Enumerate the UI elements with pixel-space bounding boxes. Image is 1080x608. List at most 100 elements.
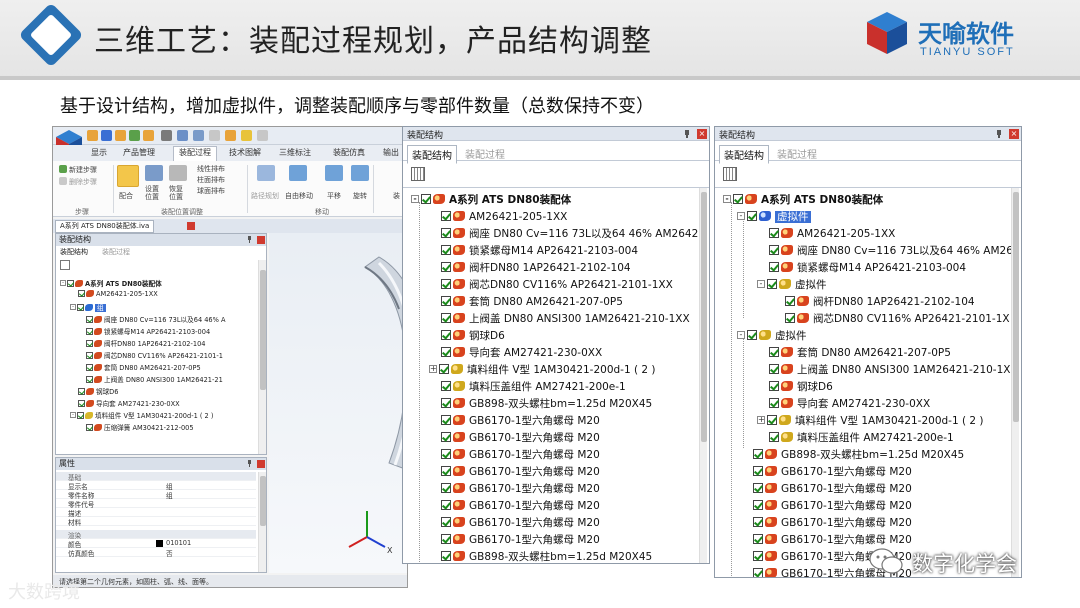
tree-item[interactable]: 钢球D6: [78, 386, 118, 397]
save-icon[interactable]: [101, 130, 112, 141]
tab-assembly-structure[interactable]: 装配结构: [60, 247, 88, 257]
tab-assembly-structure[interactable]: 装配结构: [407, 145, 457, 164]
virtual-group[interactable]: - 虚拟件: [737, 328, 807, 345]
tree-item[interactable]: GB6170-1型六角螺母 M20: [441, 515, 600, 532]
virtual-subgroup[interactable]: - 虚拟件: [757, 277, 827, 294]
tab-technical-illustration[interactable]: 技术图解: [229, 147, 261, 158]
free-move-button[interactable]: 自由移动: [285, 191, 313, 201]
delete-step-button[interactable]: 删除步骤: [69, 177, 97, 187]
tree-item[interactable]: 阀杆DN80 1AP26421-2102-104: [785, 294, 975, 311]
tree-layout-icon[interactable]: [411, 167, 425, 181]
sphere-array-button[interactable]: 球面排布: [197, 186, 225, 196]
tree-item[interactable]: 填料压盖组件 AM27421-200e-1: [769, 430, 954, 447]
pin-icon[interactable]: [683, 130, 691, 138]
document-tab[interactable]: A系列 ATS DN80装配体.iva: [55, 220, 155, 233]
translate-button[interactable]: 平移: [327, 191, 341, 201]
pin-icon[interactable]: [246, 236, 253, 243]
rotate-button[interactable]: 旋转: [353, 191, 367, 201]
tree-item[interactable]: 阀座 DN80 Cv=116 73L以及64 46% A: [86, 314, 226, 325]
redo-icon[interactable]: [225, 130, 236, 141]
tree-item[interactable]: 导向套 AM27421-230-0XX: [441, 345, 602, 362]
tree-item[interactable]: GB898-双头螺柱bm=1.25d M20X45: [441, 396, 652, 413]
tree-item[interactable]: 套筒 DN80 AM26421-207-0P5: [769, 345, 951, 362]
tree-item[interactable]: 上阀盖 DN80 ANSI300 1AM26421-210-1X: [769, 362, 1010, 379]
tree-item[interactable]: GB6170-1型六角螺母 M20: [441, 481, 600, 498]
tree-item[interactable]: 钢球D6: [769, 379, 833, 396]
tree-item[interactable]: GB6170-1型六角螺母 M20: [753, 515, 912, 532]
close-pane-icon[interactable]: [257, 236, 265, 244]
tree-root[interactable]: - A系列 ATS DN80装配体: [411, 192, 571, 209]
tab-display[interactable]: 显示: [91, 147, 107, 158]
tree-item[interactable]: 上阀盖 DN80 ANSI300 1AM26421-210-1XX: [441, 311, 690, 328]
zoom-icon[interactable]: [193, 130, 204, 141]
tree-item[interactable]: GB898-双头螺柱bm=1.25d M20X45: [753, 447, 964, 464]
tree-item[interactable]: 阀芯DN80 CV116% AP26421-2101-1: [86, 350, 223, 361]
tab-assembly-process[interactable]: 装配过程: [173, 146, 217, 161]
tab-assembly-process[interactable]: 装配过程: [102, 247, 130, 257]
tab-3d-annotation[interactable]: 三维标注: [279, 147, 311, 158]
add-icon[interactable]: [129, 130, 140, 141]
tree-view-icon[interactable]: [60, 260, 70, 270]
tree-item[interactable]: GB6170-1型六角螺母 M20: [753, 481, 912, 498]
close-icon[interactable]: ×: [697, 129, 707, 139]
tree-item[interactable]: GB6170-1型六角螺母 M20: [441, 447, 600, 464]
prop-row[interactable]: 材料: [56, 517, 256, 527]
tree-item[interactable]: 阀座 DN80 Cv=116 73L以及64 46% AM2642: [441, 226, 698, 243]
close-document-icon[interactable]: [187, 222, 195, 230]
tab-assembly-process[interactable]: 装配过程: [773, 145, 821, 162]
restore-position-button[interactable]: 恢复 位置: [169, 185, 187, 201]
tree-item[interactable]: GB6170-1型六角螺母 M20: [441, 498, 600, 515]
prop-row[interactable]: 显示名组: [56, 481, 256, 491]
tree-item[interactable]: 锁紧螺母M14 AP26421-2103-004: [86, 326, 210, 337]
tree-item[interactable]: GB6170-1型六角螺母 M20: [441, 413, 600, 430]
prop-row[interactable]: 颜色 010101: [56, 539, 256, 549]
scrollbar[interactable]: [258, 472, 266, 572]
tree-item[interactable]: GB898-双头螺柱bm=1.25d M20X45: [441, 549, 652, 563]
tree-item[interactable]: 套筒 DN80 AM26421-207-0P5: [441, 294, 623, 311]
tree-item[interactable]: 导向套 AM27421-230-0XX: [78, 398, 180, 409]
close-icon[interactable]: ×: [1009, 129, 1019, 139]
tree-item[interactable]: 套筒 DN80 AM26421-207-0P5: [86, 362, 201, 373]
linear-array-button[interactable]: 线性排布: [197, 164, 225, 174]
tree-layout-icon[interactable]: [723, 167, 737, 181]
tree-item[interactable]: 导向套 AM27421-230-0XX: [769, 396, 930, 413]
folder-icon[interactable]: [115, 130, 126, 141]
tab-product-management[interactable]: 产品管理: [123, 147, 155, 158]
tree-item[interactable]: + 填料组件 V型 1AM30421-200d-1 ( 2 ): [429, 362, 656, 379]
column-array-button[interactable]: 柱面排布: [197, 175, 225, 185]
tree-item[interactable]: GB6170-1型六角螺母 M20: [441, 430, 600, 447]
scrollbar[interactable]: [258, 260, 266, 454]
tree-item[interactable]: 阀芯DN80 CV116% AP26421-2101-1XX: [441, 277, 673, 294]
prop-row[interactable]: 仿真颜色 否: [56, 548, 256, 558]
tree-item[interactable]: GB6170-1型六角螺母 M20: [753, 498, 912, 515]
tab-assembly-process[interactable]: 装配过程: [461, 145, 509, 162]
grid-icon[interactable]: [143, 130, 154, 141]
tab-assembly-structure[interactable]: 装配结构: [719, 145, 769, 164]
assemble-more-button[interactable]: 装: [393, 191, 400, 201]
tab-output[interactable]: 输出: [383, 147, 399, 158]
set-position-button[interactable]: 设置 位置: [145, 185, 163, 201]
tree-item[interactable]: 阀杆DN80 1AP26421-2102-104: [441, 260, 631, 277]
tree-item[interactable]: GB6170-1型六角螺母 M20: [441, 532, 600, 549]
tree-item[interactable]: 阀座 DN80 Cv=116 73L以及64 46% AM26: [769, 243, 1013, 260]
tree-item[interactable]: GB6170-1型六角螺母 M20: [441, 464, 600, 481]
tree-item[interactable]: 阀芯DN80 CV116% AP26421-2101-1X: [785, 311, 1010, 328]
tree-item[interactable]: AM26421-205-1XX: [769, 226, 895, 243]
tree-item[interactable]: 锁紧螺母M14 AP26421-2103-004: [441, 243, 638, 260]
tree-root[interactable]: - A系列 ATS DN80装配体: [723, 192, 883, 209]
scrollbar[interactable]: [699, 188, 707, 563]
new-step-button[interactable]: 新建步骤: [69, 165, 97, 175]
tree-item[interactable]: 填料压盖组件 AM27421-200e-1: [441, 379, 626, 396]
tree-item[interactable]: 锁紧螺母M14 AP26421-2103-004: [769, 260, 966, 277]
pin-icon[interactable]: [995, 130, 1003, 138]
tree-item[interactable]: 压缩弹簧 AM30421-212-005: [86, 422, 194, 433]
prop-row[interactable]: 零件名称组: [56, 490, 256, 500]
tab-assembly-simulation[interactable]: 装配仿真: [333, 147, 365, 158]
tree-root[interactable]: - A系列 ATS DN80装配体: [60, 278, 162, 289]
tree-item[interactable]: 钢球D6: [441, 328, 505, 345]
tree-item-group[interactable]: -组: [70, 302, 106, 313]
pan-icon[interactable]: [209, 130, 220, 141]
prop-row[interactable]: 零件代号: [56, 499, 256, 509]
scrollbar[interactable]: [1011, 188, 1019, 577]
tree-item[interactable]: + 填料组件 V型 1AM30421-200d-1 ( 2 ): [757, 413, 984, 430]
